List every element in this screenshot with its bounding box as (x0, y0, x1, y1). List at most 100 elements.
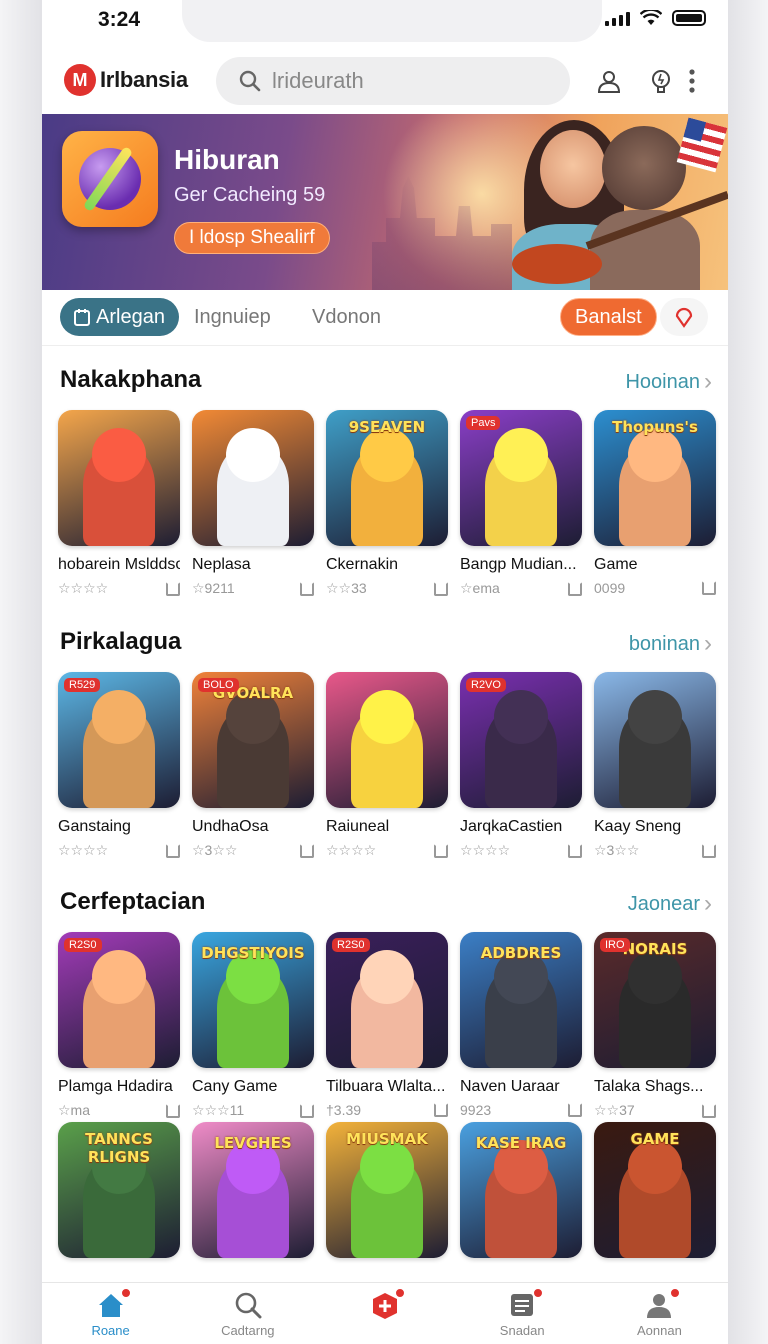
tab-active[interactable]: Arlegan (60, 298, 179, 336)
see-more-link[interactable]: Jaonear › (628, 890, 712, 918)
character-illustration (485, 1158, 557, 1258)
app-thumbnail[interactable]: Thopuns's (594, 410, 716, 546)
thumbnail-title-art: ADBDRES (480, 944, 562, 962)
nav-profile[interactable]: Aonnan (591, 1283, 728, 1344)
app-section: Nakakphana Hooinan › hobarein Mslddso ☆☆☆☆ Ne… (42, 366, 728, 606)
search-icon (235, 1292, 262, 1319)
download-icon[interactable] (568, 843, 582, 858)
see-more-link[interactable]: Hooinan › (625, 368, 712, 396)
app-card[interactable]: 9SEAVEN Ckernakin ☆☆33 (326, 410, 448, 597)
app-card[interactable]: Thopuns's Game 0099 (594, 410, 716, 597)
app-thumbnail[interactable]: KASE IRAG (460, 1122, 582, 1258)
download-icon[interactable] (702, 1103, 716, 1118)
app-card[interactable]: R2S0 Plamga Hdadira ☆ma (58, 932, 180, 1119)
app-thumbnail[interactable] (594, 672, 716, 808)
app-logo[interactable]: M Irlbansia (64, 64, 188, 96)
app-thumbnail[interactable] (58, 410, 180, 546)
app-thumbnail[interactable]: MIUSMAK (326, 1122, 448, 1258)
search-bar[interactable] (216, 57, 570, 105)
download-icon[interactable] (166, 1103, 180, 1118)
app-thumbnail[interactable]: GAME (594, 1122, 716, 1258)
nav-home[interactable]: Roane (42, 1283, 179, 1344)
app-thumbnail[interactable]: R529 (58, 672, 180, 808)
app-card[interactable]: Raiuneal ☆☆☆☆ (326, 672, 448, 859)
app-thumbnail[interactable]: R2S0 (326, 932, 448, 1068)
user-icon (597, 71, 621, 93)
app-thumbnail[interactable]: R2VO (460, 672, 582, 808)
download-icon[interactable] (166, 581, 180, 596)
download-icon[interactable] (434, 1103, 448, 1117)
app-thumbnail[interactable]: 9SEAVEN (326, 410, 448, 546)
app-card[interactable]: Kaay Sneng ☆3☆☆ (594, 672, 716, 859)
thumbnail-badge: R2VO (466, 678, 506, 692)
app-card[interactable]: Neplasa ☆9211 (192, 410, 314, 597)
app-card[interactable]: R529 Ganstaing ☆☆☆☆ (58, 672, 180, 859)
character-illustration (83, 708, 155, 808)
app-card[interactable]: TANNCS RLIGNS (58, 1122, 180, 1258)
notifications-button[interactable] (646, 66, 676, 96)
nav-search[interactable]: Cadtarng (179, 1283, 316, 1344)
thumbnail-badge: R2S0 (64, 938, 102, 952)
download-icon[interactable] (568, 581, 582, 596)
character-illustration (485, 708, 557, 808)
download-icon[interactable] (300, 581, 314, 596)
download-icon[interactable] (434, 581, 448, 596)
app-card[interactable]: R2S0 Tilbuara Wlalta... †3.39 (326, 932, 448, 1119)
download-icon[interactable] (568, 1103, 582, 1117)
section-title: Cerfeptacian (60, 888, 206, 915)
app-rating: ☆☆☆☆ (460, 842, 511, 858)
nav-list[interactable]: Snadan (454, 1283, 591, 1344)
app-thumbnail[interactable] (192, 410, 314, 546)
filter-pill-button[interactable]: Banalst (560, 298, 657, 336)
app-thumbnail[interactable]: Pavs (460, 410, 582, 546)
app-card[interactable]: MIUSMAK (326, 1122, 448, 1258)
app-name: Neplasa (192, 556, 251, 573)
tab-3[interactable]: Vdonon (312, 298, 381, 336)
download-icon[interactable] (300, 843, 314, 858)
app-grid: TANNCS RLIGNS LEVGHES MIUSMAK KASE IRAG GAME (58, 1122, 716, 1258)
app-thumbnail[interactable]: TANNCS RLIGNS (58, 1122, 180, 1258)
more-menu-button[interactable] (684, 66, 700, 96)
app-thumbnail[interactable]: ADBDRES (460, 932, 582, 1068)
app-card[interactable]: NORAIS IRO Talaka Shags... ☆☆37 (594, 932, 716, 1119)
nav-add[interactable] (316, 1283, 453, 1344)
app-card[interactable]: hobarein Mslddso ☆☆☆☆ (58, 410, 180, 597)
see-more-link[interactable]: boninan › (629, 630, 712, 658)
app-card[interactable]: LEVGHES (192, 1122, 314, 1258)
app-card[interactable]: GAME (594, 1122, 716, 1258)
more-vertical-icon (689, 69, 695, 93)
download-icon[interactable] (166, 843, 180, 858)
featured-app-icon[interactable] (62, 131, 158, 227)
download-icon[interactable] (434, 843, 448, 858)
app-card[interactable]: KASE IRAG (460, 1122, 582, 1258)
search-input[interactable] (272, 68, 542, 94)
notch (182, 0, 602, 42)
phone-screen: 3:24 M Irlbansia lrideurath Hiburan Ger … (42, 0, 728, 1344)
app-thumbnail[interactable]: NORAIS IRO (594, 932, 716, 1068)
battery-icon (672, 10, 706, 26)
app-thumbnail[interactable]: GVOALRA BOLO (192, 672, 314, 808)
app-card[interactable]: R2VO JarqkaCastien ☆☆☆☆ (460, 672, 582, 859)
app-card[interactable]: ADBDRES Naven Uaraar 9923 (460, 932, 582, 1119)
app-rating: ☆☆☆☆ (58, 580, 109, 596)
account-button[interactable] (594, 66, 624, 96)
app-card[interactable]: DHGSTIYOIS Cany Game ☆☆☆11 (192, 932, 314, 1119)
app-thumbnail[interactable]: R2S0 (58, 932, 180, 1068)
download-icon[interactable] (300, 1103, 314, 1118)
promo-banner[interactable]: Hiburan Ger Cacheing 59 I ldosp Shealirf (42, 114, 728, 290)
download-icon[interactable] (702, 581, 716, 595)
app-meta-row: ☆ma (58, 1102, 180, 1119)
notification-dot (394, 1287, 407, 1299)
app-card[interactable]: Pavs Bangp Mudian... ☆ema (460, 410, 582, 597)
character-illustration (485, 446, 557, 546)
location-button[interactable] (660, 298, 708, 336)
tab-2[interactable]: Ingnuiep (194, 298, 271, 336)
character-illustration (217, 968, 289, 1068)
banner-cta-button[interactable]: I ldosp Shealirf (174, 222, 330, 254)
app-thumbnail[interactable]: DHGSTIYOIS (192, 932, 314, 1068)
app-rating: 0099 (594, 580, 626, 596)
app-thumbnail[interactable] (326, 672, 448, 808)
app-thumbnail[interactable]: LEVGHES (192, 1122, 314, 1258)
app-card[interactable]: GVOALRA BOLO UndhaOsa ☆3☆☆ (192, 672, 314, 859)
download-icon[interactable] (702, 843, 716, 858)
